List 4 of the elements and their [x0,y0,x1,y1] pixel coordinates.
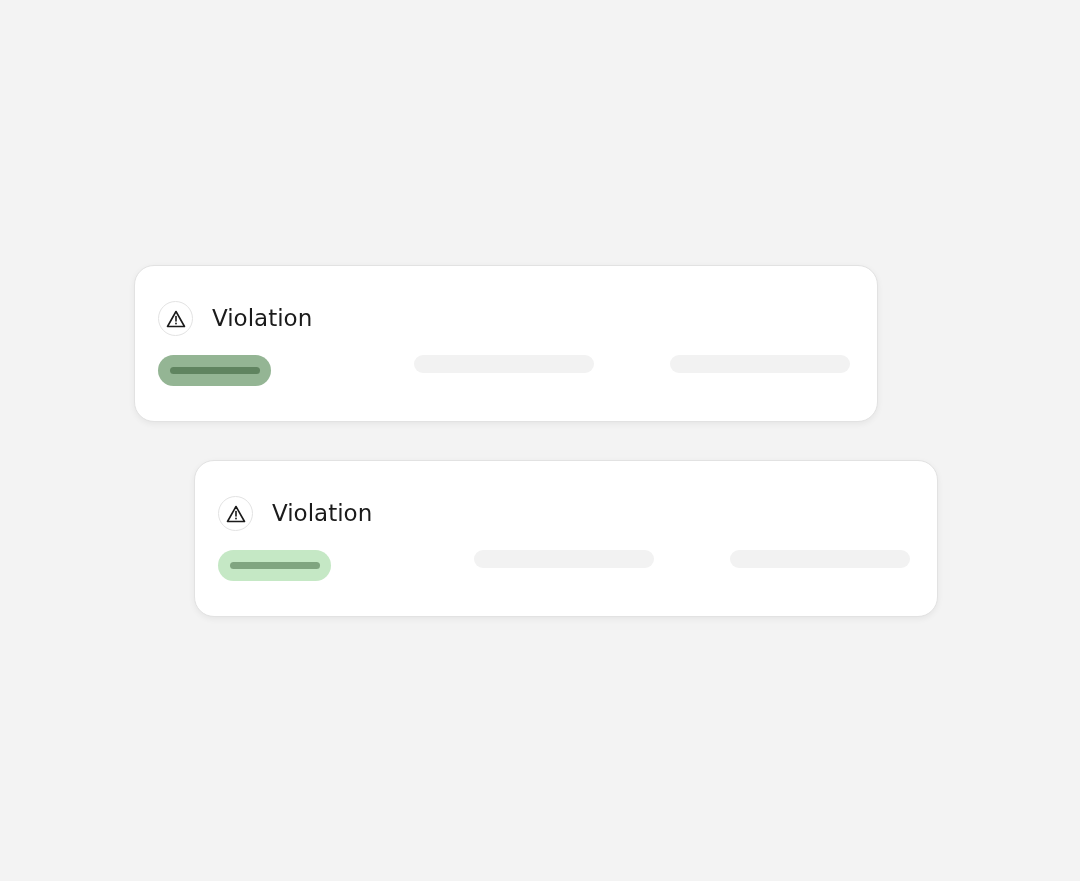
card-title: Violation [212,307,313,330]
warning-icon [218,496,253,531]
card-title: Violation [272,502,373,525]
warning-icon [158,301,193,336]
